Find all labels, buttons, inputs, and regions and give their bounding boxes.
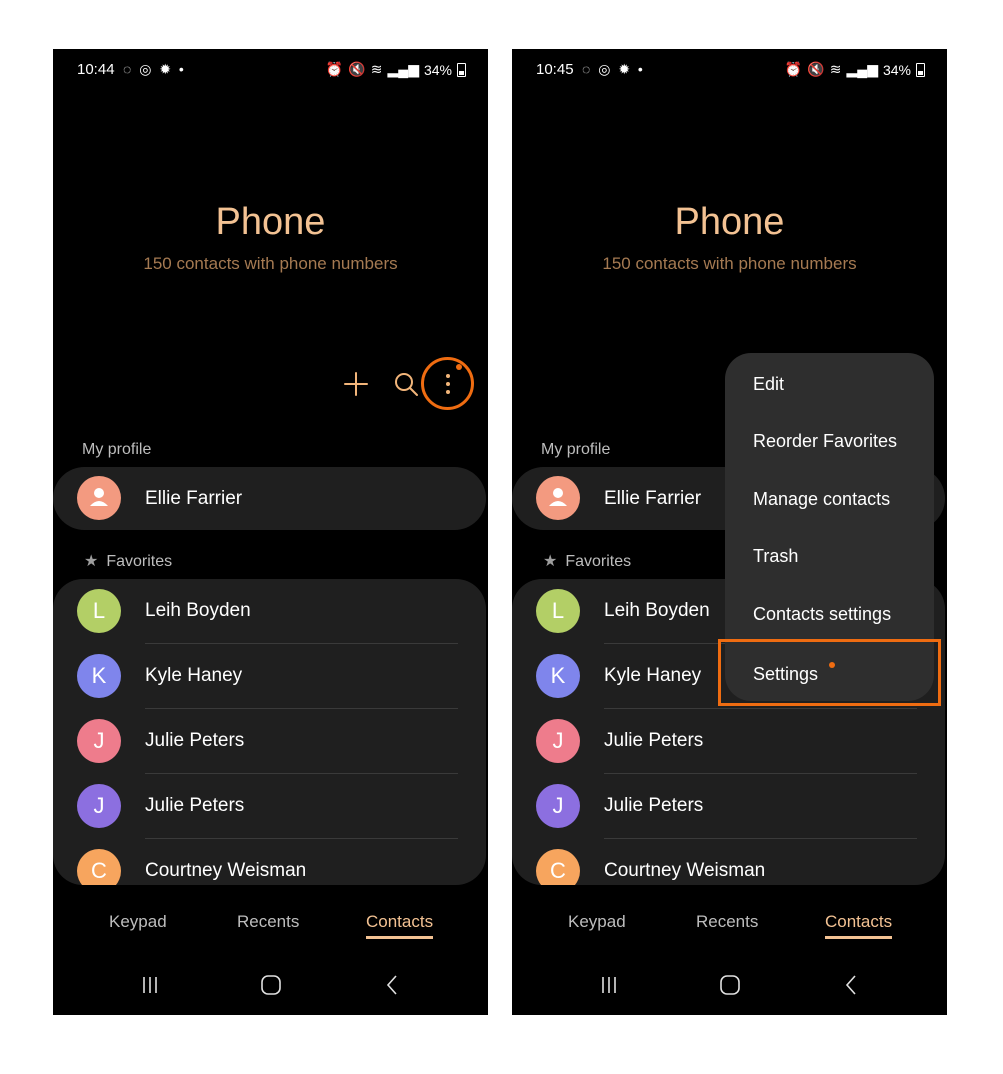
settings-highlight [718, 639, 941, 706]
contact-avatar: J [77, 784, 121, 828]
contacts-count: 150 contacts with phone numbers [602, 254, 857, 273]
status-indicators: ⏰ 🔇 ≋ ▂▄▆ 34% [326, 61, 466, 78]
battery-icon [457, 62, 466, 77]
more-options-highlight [421, 357, 474, 410]
list-item[interactable]: K Kyle Haney [53, 644, 486, 709]
tab-contacts[interactable]: Contacts [366, 912, 434, 939]
contact-avatar: L [77, 589, 121, 633]
status-indicators: ⏰ 🔇 ≋ ▂▄▆ 34% [785, 61, 925, 78]
back-icon[interactable] [381, 973, 405, 997]
phone-screen-left: 10:44 ◌ ◎ ✹ • ⏰ 🔇 ≋ ▂▄▆ 34% Phone 150 co… [53, 49, 488, 1015]
home-icon[interactable] [259, 973, 283, 997]
favorites-header: ★ Favorites [543, 551, 631, 571]
app-title: Phone [215, 201, 326, 243]
app-title: Phone [674, 201, 785, 243]
profile-name: Ellie Farrier [145, 488, 243, 509]
recent-apps-icon[interactable] [138, 973, 162, 997]
tab-keypad[interactable]: Keypad [109, 912, 167, 932]
tab-recents[interactable]: Recents [237, 912, 299, 932]
contacts-count: 150 contacts with phone numbers [143, 254, 398, 273]
contact-name: Julie Peters [604, 795, 704, 816]
signal-icon: ▂▄▆ [846, 61, 878, 77]
menu-item-trash[interactable]: Trash [753, 546, 798, 567]
add-icon[interactable] [339, 367, 373, 401]
list-item[interactable]: J Julie Peters [53, 774, 486, 839]
active-tab-indicator [366, 936, 434, 939]
menu-item-manage-contacts[interactable]: Manage contacts [753, 489, 890, 510]
contact-name: Julie Peters [604, 730, 704, 751]
contact-name: Courtney Weisman [604, 860, 766, 881]
contact-avatar: L [536, 589, 580, 633]
battery-percent: 34% [423, 61, 452, 78]
search-icon[interactable] [389, 367, 423, 401]
contact-name: Leih Boyden [145, 600, 251, 621]
battery-percent: 34% [882, 61, 911, 78]
my-profile-label: My profile [82, 441, 152, 458]
list-item[interactable]: J Julie Peters [53, 709, 486, 774]
signal-icon: ▂▄▆ [387, 61, 419, 77]
menu-item-contacts-settings[interactable]: Contacts settings [753, 604, 891, 625]
star-icon: ★ [84, 553, 99, 570]
contact-name: Kyle Haney [604, 665, 702, 686]
mute-icon: 🔇 [348, 61, 366, 77]
favorites-header: ★ Favorites [84, 551, 172, 571]
my-profile-label: My profile [541, 441, 611, 458]
recent-apps-icon[interactable] [597, 973, 621, 997]
contact-avatar: K [77, 654, 121, 698]
tab-keypad[interactable]: Keypad [568, 912, 626, 932]
list-item[interactable]: J Julie Peters [512, 774, 945, 839]
contact-name: Julie Peters [145, 730, 245, 751]
contact-name: Kyle Haney [145, 665, 243, 686]
contact-avatar: C [77, 849, 121, 885]
home-icon[interactable] [718, 973, 742, 997]
back-icon[interactable] [840, 973, 864, 997]
profile-card[interactable]: Ellie Farrier [53, 467, 486, 530]
list-item[interactable]: L Leih Boyden [53, 579, 486, 644]
star-icon: ★ [543, 553, 558, 570]
contact-avatar: C [536, 849, 580, 885]
profile-name: Ellie Farrier [604, 488, 702, 509]
alarm-icon: ⏰ [325, 61, 344, 77]
menu-item-reorder-favorites[interactable]: Reorder Favorites [753, 431, 897, 452]
battery-icon [916, 62, 925, 77]
contact-avatar: K [536, 654, 580, 698]
contact-avatar: J [77, 719, 121, 763]
active-tab-indicator [825, 936, 893, 939]
contact-avatar: J [536, 719, 580, 763]
tab-contacts-label: Contacts [825, 912, 893, 931]
person-icon [77, 476, 121, 520]
alarm-icon: ⏰ [784, 61, 803, 77]
contact-name: Courtney Weisman [145, 860, 307, 881]
menu-item-edit[interactable]: Edit [753, 374, 784, 395]
notification-icons: ◌ ◎ ✹ • [123, 61, 186, 77]
phone-screen-right: 10:45 ◌ ◎ ✹ • ⏰ 🔇 ≋ ▂▄▆ 34% Phone 150 co… [512, 49, 947, 1015]
mute-icon: 🔇 [807, 61, 825, 77]
list-item[interactable]: C Courtney Weisman [512, 839, 945, 885]
favorites-label: Favorites [565, 553, 632, 570]
person-icon [536, 476, 580, 520]
favorites-list: L Leih Boyden K Kyle Haney J Julie Peter… [53, 579, 486, 885]
tab-contacts[interactable]: Contacts [825, 912, 893, 939]
list-item[interactable]: J Julie Peters [512, 709, 945, 774]
wifi-icon: ≋ [829, 61, 842, 77]
contact-avatar: J [536, 784, 580, 828]
notification-icons: ◌ ◎ ✹ • [582, 61, 645, 77]
status-time: 10:45 [536, 61, 574, 78]
tab-contacts-label: Contacts [366, 912, 434, 931]
list-item[interactable]: C Courtney Weisman [53, 839, 486, 885]
tab-recents[interactable]: Recents [696, 912, 758, 932]
contact-name: Leih Boyden [604, 600, 710, 621]
wifi-icon: ≋ [370, 61, 383, 77]
favorites-label: Favorites [106, 553, 173, 570]
status-time: 10:44 [77, 61, 115, 78]
contact-name: Julie Peters [145, 795, 245, 816]
